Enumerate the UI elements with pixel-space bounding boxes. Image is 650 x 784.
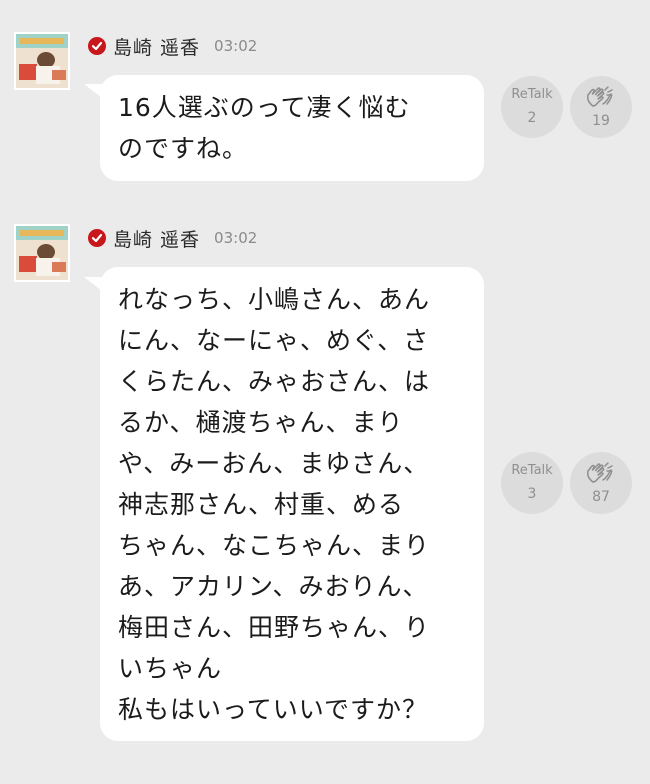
retalk-button[interactable]: ReTalk 2 xyxy=(501,76,563,138)
message-bubble: 16人選ぶのって凄く悩む のですね。 xyxy=(100,75,484,181)
clap-count: 19 xyxy=(592,113,610,129)
clap-button[interactable]: 87 xyxy=(570,452,632,514)
avatar[interactable] xyxy=(14,32,70,90)
author-name[interactable]: 島崎 遥香 xyxy=(113,225,200,252)
verified-check-icon xyxy=(88,229,106,247)
post-time: 03:02 xyxy=(214,37,258,55)
post-header: 島崎 遥香 03:02 xyxy=(88,33,257,59)
avatar-photo-icon xyxy=(16,226,68,280)
avatar-photo-icon xyxy=(16,34,68,88)
avatar[interactable] xyxy=(14,224,70,282)
author-name[interactable]: 島崎 遥香 xyxy=(113,33,200,60)
clapping-hands-icon xyxy=(587,86,613,107)
retalk-label: ReTalk xyxy=(511,87,553,102)
retalk-count: 3 xyxy=(527,486,537,502)
talk-timeline: 島崎 遥香 03:02 16人選ぶのって凄く悩む のですね。 ReTalk 2 … xyxy=(0,0,650,784)
post-header: 島崎 遥香 03:02 xyxy=(88,225,257,251)
clapping-hands-icon xyxy=(587,462,613,483)
retalk-count: 2 xyxy=(527,110,537,126)
clap-button[interactable]: 19 xyxy=(570,76,632,138)
clap-count: 87 xyxy=(592,489,610,505)
retalk-button[interactable]: ReTalk 3 xyxy=(501,452,563,514)
post-time: 03:02 xyxy=(214,229,258,247)
retalk-label: ReTalk xyxy=(511,463,553,478)
message-bubble: れなっち、小嶋さん、あん にん、なーにゃ、めぐ、さ くらたん、みゃおさん、は る… xyxy=(100,267,484,741)
verified-check-icon xyxy=(88,37,106,55)
